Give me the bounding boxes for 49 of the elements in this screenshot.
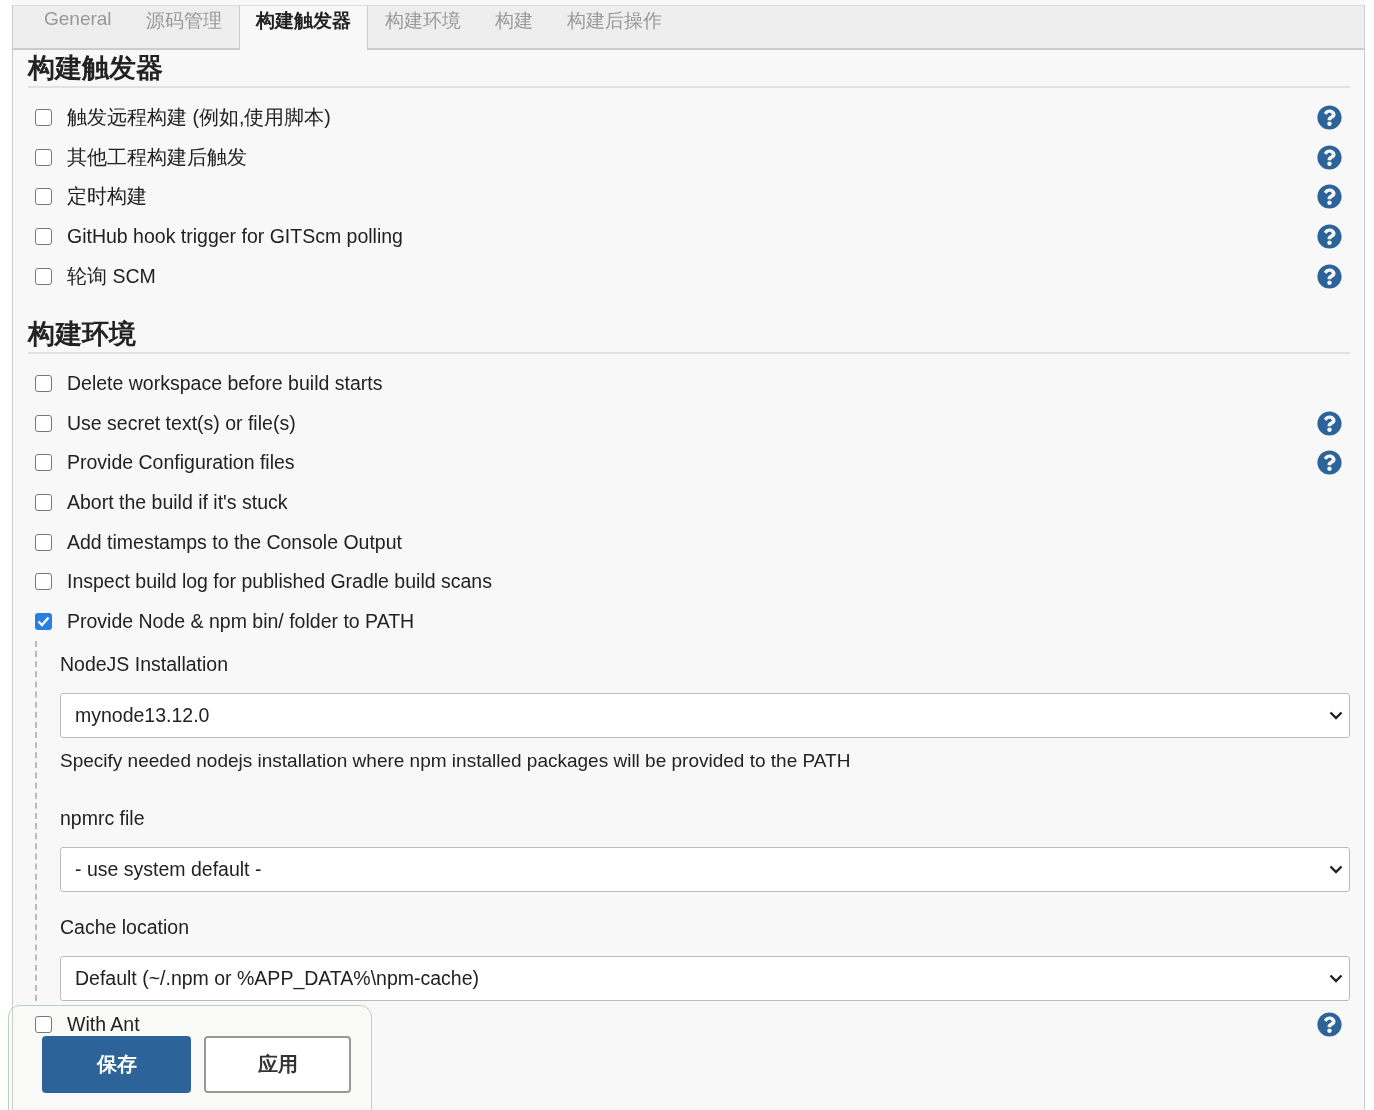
section-heading: 构建环境 — [28, 317, 137, 351]
field-description: Specify needed nodejs installation where npm installed packages will be provided to the PATH — [60, 749, 852, 774]
chevron-icon — [1329, 711, 1343, 721]
help-icon[interactable] — [1317, 224, 1342, 250]
checkbox[interactable] — [35, 1016, 52, 1034]
help-icon[interactable] — [1317, 105, 1342, 131]
chevron-icon — [1329, 974, 1343, 984]
checkbox[interactable] — [35, 573, 52, 591]
save-button[interactable]: 保存 — [42, 1036, 191, 1093]
field-label: npmrc file — [60, 807, 146, 832]
select-field[interactable]: Default (~/.npm or %APP_DATA%\npm-cache) — [60, 956, 1350, 1002]
checkbox-label: 其他工程构建后触发 — [67, 144, 247, 170]
checkbox[interactable] — [35, 188, 52, 206]
checkbox-label: GitHub hook trigger for GITScm polling — [67, 225, 403, 249]
checkbox-label: 轮询 SCM — [67, 263, 156, 289]
checkbox-label: 定时构建 — [67, 184, 147, 210]
checkbox[interactable] — [35, 454, 52, 472]
checkbox-label: With Ant — [67, 1013, 140, 1037]
checkbox[interactable] — [35, 612, 52, 630]
checkbox[interactable] — [35, 494, 52, 512]
help-icon[interactable] — [1317, 263, 1342, 289]
help-icon[interactable] — [1317, 410, 1342, 436]
select-field[interactable]: mynode13.12.0 — [60, 693, 1350, 739]
checkbox-label: Add timestamps to the Console Output — [67, 530, 402, 554]
help-icon[interactable] — [1317, 450, 1342, 476]
checkbox[interactable] — [35, 375, 52, 393]
apply-button[interactable]: 应用 — [204, 1036, 351, 1093]
checkbox[interactable] — [35, 267, 52, 285]
help-icon[interactable] — [1317, 184, 1342, 210]
checkbox-label: Inspect build log for published Gradle build scans — [67, 570, 492, 594]
field-label: Cache location — [60, 916, 190, 941]
section-heading: 构建触发器 — [28, 52, 164, 85]
checkbox[interactable] — [35, 109, 52, 127]
checkbox-label: 触发远程构建 (例如,使用脚本) — [67, 105, 331, 131]
checkbox[interactable] — [35, 228, 52, 246]
checkbox-label: Provide Configuration files — [67, 451, 295, 475]
checkbox-label: Delete workspace before build starts — [67, 372, 383, 396]
chevron-icon — [1329, 865, 1343, 875]
checkbox[interactable] — [35, 533, 52, 551]
checkbox-label: Use secret text(s) or file(s) — [67, 411, 296, 435]
checkbox-label: Abort the build if it's stuck — [67, 491, 288, 515]
tab[interactable]: 构建触发器 — [238, 6, 368, 50]
field-label: NodeJS Installation — [60, 653, 230, 678]
checkbox-label: Provide Node & npm bin/ folder to PATH — [67, 609, 415, 633]
help-icon[interactable] — [1317, 144, 1342, 170]
help-icon[interactable] — [1317, 1012, 1342, 1038]
select-field[interactable]: - use system default - — [60, 847, 1350, 893]
checkbox[interactable] — [35, 148, 52, 166]
checkbox[interactable] — [35, 414, 52, 432]
